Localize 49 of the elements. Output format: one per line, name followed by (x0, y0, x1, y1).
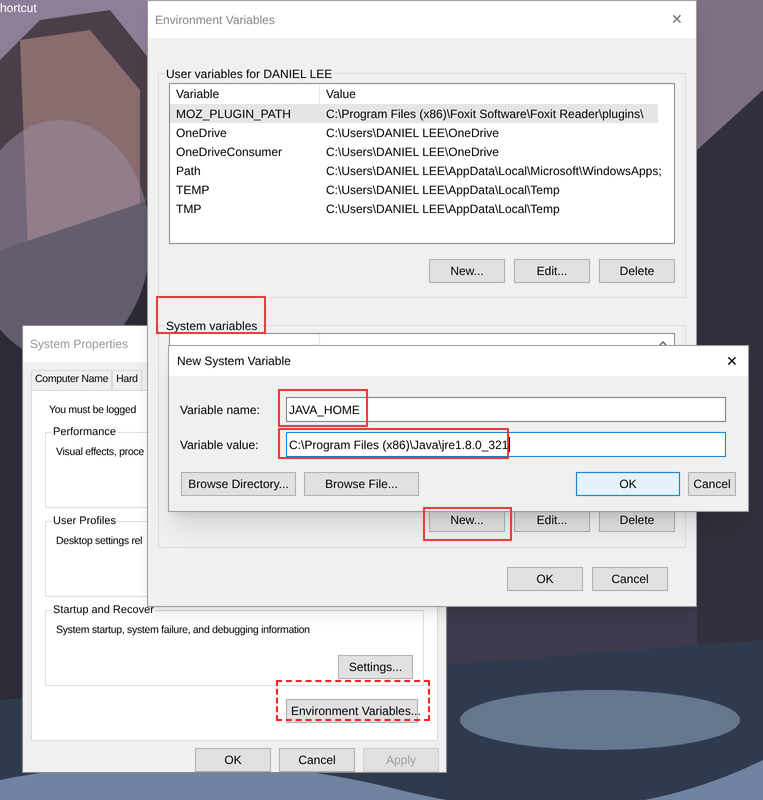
table-cell-text: Path (175, 162, 202, 180)
table-cell-text: MOZ_PLUGIN_PATH (175, 106, 292, 122)
window-title: New System Variable (177, 353, 291, 370)
environment-variables-button[interactable]: Environment Variables... (286, 698, 418, 723)
button[interactable]: OK (576, 472, 680, 496)
table-cell-text: C:\Users\DANIEL LEE\AppData\Local\Temp (325, 182, 561, 198)
field-label: Variable name: (180, 402, 261, 418)
button[interactable]: Edit... (514, 259, 590, 283)
table-cell-text: C:\Users\DANIEL LEE\OneDrive (325, 124, 500, 142)
close-button[interactable]: ✕ (671, 9, 683, 30)
close-button[interactable]: ✕ (726, 350, 738, 372)
table-cell-text: C:\Users\DANIEL LEE\OneDrive (325, 144, 500, 160)
shortcut-label[interactable]: hortcut (0, 0, 37, 16)
field-label: Variable value: (180, 436, 260, 454)
table-cell-text: C:\Users\DANIEL LEE\AppData\Local\Temp (325, 200, 561, 218)
variable-row[interactable]: MOZ_PLUGIN_PATH C:\Program Files (x86)\Foxit Software\Foxit Reader\plugins\ (170, 104, 658, 123)
button[interactable]: New... (429, 259, 505, 283)
group-text: System startup, system failure, and debugging information (56, 622, 310, 637)
table-cell-text: TMP (175, 200, 202, 218)
dialog-button[interactable]: OK (195, 748, 271, 772)
variable-row[interactable]: OneDriveConsumer C:\Users\DANIEL LEE\OneDrive (170, 142, 658, 161)
table-cell-text: C:\Users\DANIEL LEE\AppData\Local\Microsoft\WindowsApps; (325, 162, 663, 180)
window-title: System Properties (30, 336, 128, 353)
button[interactable]: Delete (599, 259, 675, 283)
dialog-button[interactable]: Cancel (279, 748, 355, 772)
group-text: Desktop settings rel (56, 534, 142, 548)
button[interactable]: Browse File... (304, 472, 419, 496)
table-cell-text: TEMP (175, 182, 210, 198)
button[interactable]: Cancel (688, 472, 736, 496)
window-title: Environment Variables (155, 12, 275, 28)
tab[interactable]: Computer Name (31, 370, 112, 390)
notice-text: You must be logged (49, 402, 136, 417)
group-title: Startup and Recover (52, 602, 155, 617)
variable-row[interactable]: TEMP C:\Users\DANIEL LEE\AppData\Local\Temp (170, 180, 658, 199)
tab[interactable]: Hard (112, 370, 142, 390)
scroll-up-icon[interactable] (658, 341, 668, 347)
variable-row[interactable]: OneDrive C:\Users\DANIEL LEE\OneDrive (170, 123, 658, 142)
column-header[interactable]: Value (320, 84, 674, 104)
group-text: Visual effects, proce (56, 444, 144, 459)
dialog-button[interactable]: OK (507, 567, 583, 591)
table-cell-text: C:\Program Files (x86)\Foxit Software\Foxit Reader\plugins\ (325, 106, 644, 122)
dialog-button[interactable]: Cancel (592, 567, 668, 591)
button[interactable]: Browse Directory... (181, 472, 296, 496)
table-cell-text: OneDrive (175, 124, 228, 142)
settings-button[interactable]: Settings... (338, 654, 413, 679)
table-cell-text: OneDriveConsumer (175, 144, 284, 160)
input-field[interactable]: C:\Program Files (x86)\Java\jre1.8.0_321 (286, 432, 726, 457)
input-field[interactable]: JAVA_HOME (286, 397, 726, 422)
variable-row[interactable]: TMP C:\Users\DANIEL LEE\AppData\Local\Temp (170, 199, 658, 218)
